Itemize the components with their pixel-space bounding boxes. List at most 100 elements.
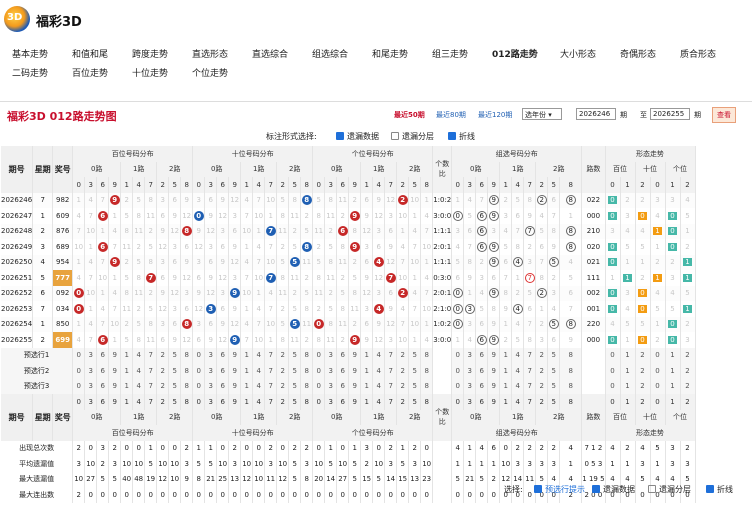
predict-digit[interactable]: 5	[547, 347, 561, 363]
predict-digit[interactable]: 5	[408, 378, 422, 394]
predict-digit[interactable]: 9	[348, 378, 362, 394]
predict-digit[interactable]: 2	[680, 378, 696, 394]
nav-item[interactable]: 组三走势	[432, 47, 468, 60]
checkbox-icon[interactable]	[534, 485, 542, 493]
predict-digit[interactable]: 5	[288, 347, 302, 363]
predict-digit[interactable]: 8	[420, 378, 434, 394]
predict-digit[interactable]: 6	[336, 378, 350, 394]
predict-digit[interactable]: 1	[665, 363, 681, 379]
predict-digit[interactable]: 8	[300, 347, 314, 363]
predict-digit[interactable]: 0	[451, 363, 465, 379]
predict-digit[interactable]: 2	[156, 363, 170, 379]
predict-digit[interactable]: 5	[168, 363, 182, 379]
predict-digit[interactable]: 4	[252, 363, 266, 379]
predict-digit[interactable]: 6	[96, 347, 110, 363]
predict-digit[interactable]: 2	[535, 363, 549, 379]
predict-digit[interactable]: 1	[499, 363, 513, 379]
predict-digit[interactable]: 1	[620, 378, 636, 394]
from-period-input[interactable]: 2026246	[576, 108, 616, 120]
predict-digit[interactable]: 5	[288, 363, 302, 379]
predict-digit[interactable]: 7	[264, 363, 278, 379]
predict-digit[interactable]: 3	[204, 363, 218, 379]
predict-digit[interactable]: 7	[523, 363, 537, 379]
predict-digit[interactable]: 6	[475, 378, 489, 394]
predict-digit[interactable]: 2	[276, 347, 290, 363]
predict-digit[interactable]: 0	[605, 347, 621, 363]
nav-item[interactable]: 基本走势	[12, 47, 48, 60]
predict-digit[interactable]: 7	[144, 363, 158, 379]
predict-digit[interactable]: 0	[312, 363, 326, 379]
nav-item[interactable]: 组选综合	[312, 47, 348, 60]
predict-digit[interactable]: 0	[312, 347, 326, 363]
predict-digit[interactable]: 2	[635, 378, 651, 394]
option-omission[interactable]: 遗漏数据	[336, 131, 379, 142]
predict-digit[interactable]: 1	[665, 378, 681, 394]
predict-digit[interactable]: 6	[475, 347, 489, 363]
predict-digit[interactable]: 6	[216, 363, 230, 379]
predict-digit[interactable]: 3	[84, 378, 98, 394]
predict-digit[interactable]: 2	[156, 378, 170, 394]
checkbox-icon[interactable]	[706, 485, 714, 493]
predict-digit[interactable]: 4	[372, 347, 386, 363]
predict-digit[interactable]: 1	[665, 347, 681, 363]
predict-digit[interactable]: 3	[463, 363, 477, 379]
nav-item[interactable]: 质合形态	[680, 47, 716, 60]
predict-digit[interactable]: 2	[535, 347, 549, 363]
predict-digit[interactable]: 0	[192, 378, 206, 394]
predict-digit[interactable]: 3	[84, 347, 98, 363]
predict-digit[interactable]: 6	[475, 363, 489, 379]
predict-digit[interactable]: 2	[680, 363, 696, 379]
predict-digit[interactable]: 6	[216, 347, 230, 363]
nav-item[interactable]: 十位走势	[132, 66, 168, 79]
predict-digit[interactable]: 9	[228, 347, 242, 363]
option-layer[interactable]: 遗漏分层	[391, 131, 434, 142]
predict-digit[interactable]: 7	[264, 347, 278, 363]
checkbox-icon[interactable]	[648, 485, 656, 493]
predict-digit[interactable]: 5	[168, 378, 182, 394]
predict-digit[interactable]: 9	[228, 378, 242, 394]
predict-digit[interactable]: 2	[396, 363, 410, 379]
predict-digit[interactable]: 5	[408, 347, 422, 363]
range-link-50[interactable]: 最近50期	[394, 110, 425, 120]
predict-digit[interactable]: 8	[180, 347, 194, 363]
range-link-120[interactable]: 最近120期	[478, 110, 512, 120]
predict-digit[interactable]: 1	[120, 347, 134, 363]
predict-digit[interactable]: 2	[276, 378, 290, 394]
predict-digit[interactable]: 9	[487, 347, 501, 363]
checkbox-icon[interactable]	[336, 132, 344, 140]
predict-digit[interactable]: 7	[384, 378, 398, 394]
nav-item[interactable]: 个位走势	[192, 66, 228, 79]
footer-option-predict[interactable]: 预选行提示	[534, 484, 585, 495]
predict-digit[interactable]: 9	[348, 347, 362, 363]
predict-digit[interactable]: 6	[336, 347, 350, 363]
predict-digit[interactable]: 0	[192, 363, 206, 379]
predict-digit[interactable]: 7	[523, 378, 537, 394]
predict-digit[interactable]: 7	[264, 378, 278, 394]
predict-digit[interactable]: 0	[650, 363, 666, 379]
predict-digit[interactable]: 7	[384, 363, 398, 379]
predict-digit[interactable]: 9	[108, 363, 122, 379]
predict-digit[interactable]: 8	[420, 347, 434, 363]
range-link-80[interactable]: 最近80期	[436, 110, 466, 120]
predict-digit[interactable]: 5	[547, 378, 561, 394]
predict-digit[interactable]: 0	[605, 363, 621, 379]
predict-digit[interactable]: 9	[487, 363, 501, 379]
predict-digit[interactable]: 0	[451, 347, 465, 363]
predict-digit[interactable]: 0	[650, 347, 666, 363]
predict-digit[interactable]: 1	[620, 347, 636, 363]
predict-digit[interactable]: 3	[463, 378, 477, 394]
predict-digit[interactable]: 1	[499, 347, 513, 363]
predict-digit[interactable]: 3	[324, 347, 338, 363]
predict-digit[interactable]: 4	[132, 347, 146, 363]
predict-row-label[interactable]: 预选行2	[1, 363, 74, 379]
predict-digit[interactable]: 4	[511, 378, 525, 394]
predict-digit[interactable]: 4	[132, 363, 146, 379]
period-head[interactable]: 期号	[1, 146, 34, 193]
predict-digit[interactable]: 7	[523, 347, 537, 363]
footer-option-omission[interactable]: 遗漏数据	[592, 484, 635, 495]
predict-digit[interactable]: 2	[635, 363, 651, 379]
predict-digit[interactable]: 5	[168, 347, 182, 363]
predict-digit[interactable]: 0	[605, 378, 621, 394]
predict-digit[interactable]: 1	[120, 378, 134, 394]
predict-digit[interactable]: 4	[372, 378, 386, 394]
